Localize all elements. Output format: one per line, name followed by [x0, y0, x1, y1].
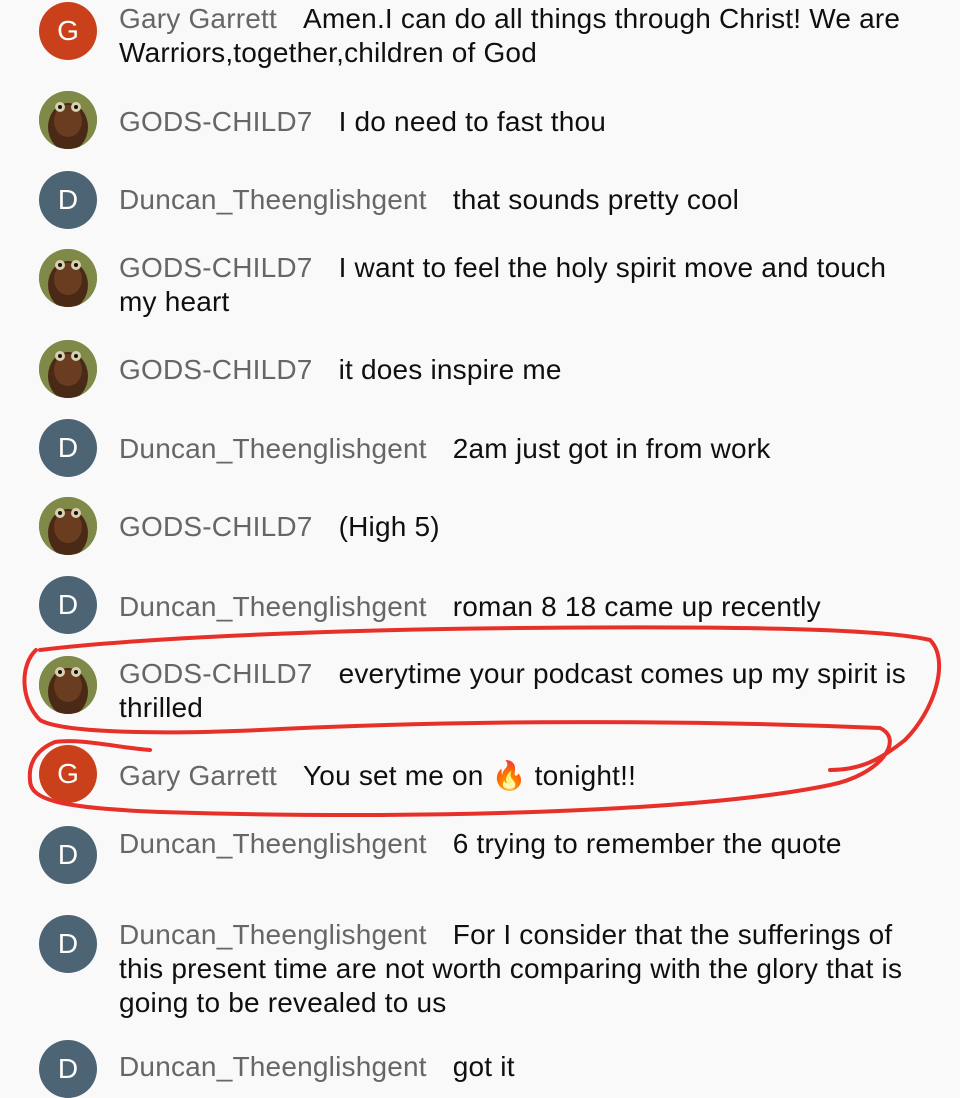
- owl-photo-icon: [39, 249, 97, 307]
- message-text: (High 5): [338, 511, 440, 542]
- avatar[interactable]: [39, 340, 97, 398]
- avatar-letter: D: [57, 184, 79, 215]
- avatar[interactable]: [39, 497, 97, 555]
- owl-photo-icon: [39, 91, 97, 149]
- avatar-letter: D: [57, 928, 79, 959]
- message-text: I do need to fast thou: [338, 106, 607, 137]
- message-text: roman 8 18 came up recently: [452, 591, 821, 622]
- message-text: got it: [452, 1051, 515, 1082]
- message-text: it does inspire me: [338, 354, 562, 385]
- message-text: 2am just got in from work: [452, 433, 771, 464]
- message-author[interactable]: GODS-CHILD7: [119, 354, 313, 385]
- avatar[interactable]: D: [39, 915, 97, 973]
- avatar[interactable]: D: [39, 419, 97, 477]
- message-author[interactable]: Gary Garrett: [119, 3, 277, 34]
- message-author[interactable]: Duncan_Theenglishgent: [119, 591, 427, 622]
- avatar[interactable]: [39, 91, 97, 149]
- avatar[interactable]: G: [39, 2, 97, 60]
- message-text: tonight!!: [534, 760, 637, 791]
- message-author[interactable]: Duncan_Theenglishgent: [119, 828, 427, 859]
- message-author[interactable]: GODS-CHILD7: [119, 252, 313, 283]
- message-author[interactable]: Gary Garrett: [119, 760, 277, 791]
- message-author[interactable]: GODS-CHILD7: [119, 511, 313, 542]
- avatar[interactable]: [39, 656, 97, 714]
- message-author[interactable]: GODS-CHILD7: [119, 658, 313, 689]
- message-author[interactable]: Duncan_Theenglishgent: [119, 919, 427, 950]
- avatar-letter: D: [57, 1053, 79, 1084]
- avatar[interactable]: D: [39, 1040, 97, 1098]
- avatar[interactable]: G: [39, 745, 97, 803]
- owl-photo-icon: [39, 656, 97, 714]
- message-text: 6 trying to remember the quote: [452, 828, 842, 859]
- message-author[interactable]: GODS-CHILD7: [119, 106, 313, 137]
- avatar-letter: G: [57, 15, 79, 46]
- avatar[interactable]: D: [39, 826, 97, 884]
- avatar[interactable]: D: [39, 576, 97, 634]
- message-author[interactable]: Duncan_Theenglishgent: [119, 184, 427, 215]
- owl-photo-icon: [39, 340, 97, 398]
- fire-icon: 🔥: [491, 760, 527, 791]
- message-text: that sounds pretty cool: [452, 184, 740, 215]
- owl-photo-icon: [39, 497, 97, 555]
- message-text: You set me on: [303, 760, 484, 791]
- avatar-letter: D: [57, 839, 79, 870]
- message-author[interactable]: Duncan_Theenglishgent: [119, 1051, 427, 1082]
- avatar-letter: G: [57, 758, 79, 789]
- avatar[interactable]: [39, 249, 97, 307]
- avatar-letter: D: [57, 432, 79, 463]
- avatar[interactable]: D: [39, 171, 97, 229]
- avatar-letter: D: [57, 589, 79, 620]
- live-chat-list: G Gary Garrett Amen.I can do all things t…: [0, 0, 960, 1098]
- message-author[interactable]: Duncan_Theenglishgent: [119, 433, 427, 464]
